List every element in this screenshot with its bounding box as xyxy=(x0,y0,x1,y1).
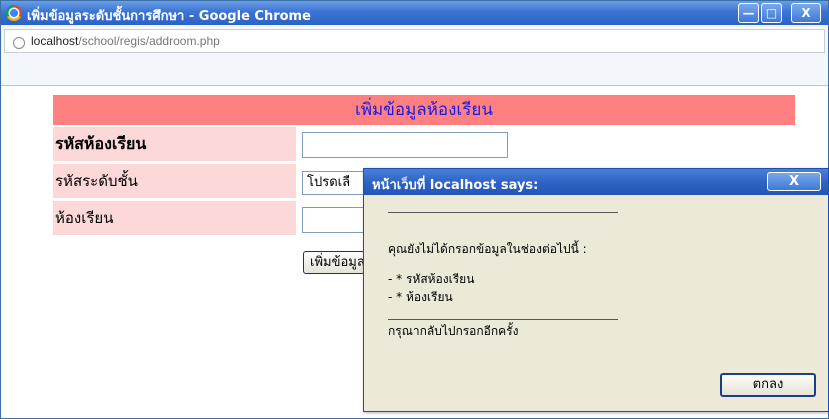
url-host: localhost xyxy=(31,34,79,48)
chrome-logo-icon xyxy=(6,5,22,21)
missing-field-item: - * ห้องเรียน xyxy=(388,290,453,304)
dialog-message-outro: กรุณากลับไปกรอกอีกครั้ง xyxy=(388,324,519,338)
level-code-label: รหัสระดับชั้น xyxy=(53,164,296,198)
url-field[interactable]: localhost/school/regis/addroom.php xyxy=(4,29,825,53)
page-info-icon[interactable] xyxy=(13,37,25,49)
top-divider xyxy=(388,212,618,213)
ok-button[interactable]: ตกลง xyxy=(720,373,816,397)
close-window-button[interactable]: X xyxy=(791,3,821,23)
address-bar: localhost/school/regis/addroom.php xyxy=(1,25,828,86)
dialog-title: หน้าเว็บที่ localhost says: xyxy=(372,178,539,193)
bottom-divider xyxy=(388,319,618,320)
level-code-select[interactable]: โปรดเลื xyxy=(302,171,364,195)
maximize-button[interactable]: □ xyxy=(761,3,782,23)
dialog-body: คุณยังไม่ได้กรอกข้อมูลในช่องต่อไปนี้ : -… xyxy=(364,195,828,411)
room-code-input[interactable] xyxy=(302,132,508,158)
submit-button[interactable]: เพิ่มข้อมูล xyxy=(303,251,365,274)
dialog-close-button[interactable]: X xyxy=(767,172,821,191)
minimize-button[interactable]: — xyxy=(738,3,759,23)
url-path: /school/regis/addroom.php xyxy=(78,34,220,48)
missing-field-item: - * รหัสห้องเรียน xyxy=(388,272,475,286)
room-label: ห้องเรียน xyxy=(53,201,296,235)
dialog-message-intro: คุณยังไม่ได้กรอกข้อมูลในช่องต่อไปนี้ : xyxy=(388,242,587,256)
alert-dialog: หน้าเว็บที่ localhost says: X คุณยังไม่ไ… xyxy=(363,168,829,412)
room-code-label: รหัสห้องเรียน xyxy=(53,127,296,161)
form-header: เพิ่มข้อมูลห้องเรียน xyxy=(53,95,795,125)
browser-window: เพิ่มข้อมูลระดับชั้นการศึกษา - Google Ch… xyxy=(0,0,829,419)
dialog-title-bar[interactable]: หน้าเว็บที่ localhost says: X xyxy=(364,169,828,195)
title-bar[interactable]: เพิ่มข้อมูลระดับชั้นการศึกษา - Google Ch… xyxy=(1,1,828,25)
window-title: เพิ่มข้อมูลระดับชั้นการศึกษา - Google Ch… xyxy=(27,9,311,24)
room-input[interactable] xyxy=(302,207,364,233)
url-text: localhost/school/regis/addroom.php xyxy=(31,34,220,48)
